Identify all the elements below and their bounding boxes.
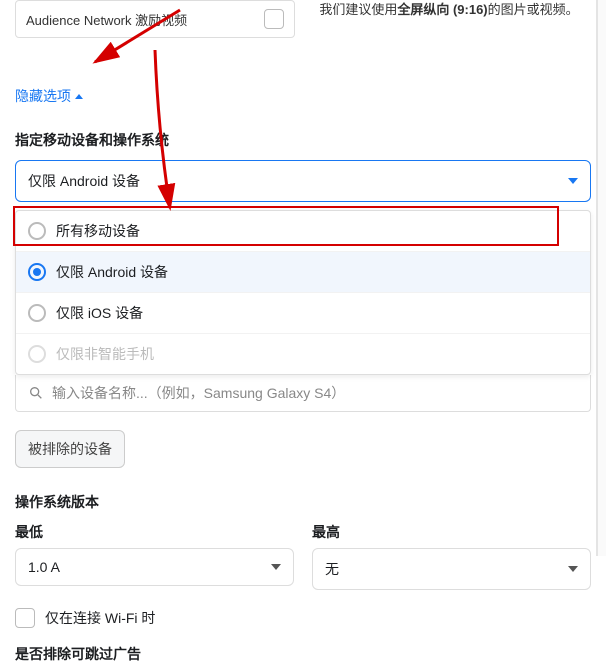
wifi-only-checkbox[interactable] — [15, 608, 35, 628]
os-max-select[interactable]: 无 — [312, 548, 591, 590]
audience-network-reward-video-card: Audience Network 激励视频 — [15, 0, 295, 38]
caret-up-icon — [75, 94, 83, 99]
device-option-ios[interactable]: 仅限 iOS 设备 — [16, 293, 590, 334]
device-section-title: 指定移动设备和操作系统 — [15, 130, 591, 150]
radio-icon — [28, 345, 46, 363]
hide-options-link[interactable]: 隐藏选项 — [15, 86, 83, 106]
device-select[interactable]: 仅限 Android 设备 — [15, 160, 591, 202]
os-min-value: 1.0 A — [28, 559, 60, 575]
os-max-label: 最高 — [312, 522, 591, 542]
device-option-label: 仅限 iOS 设备 — [56, 303, 143, 323]
device-option-all[interactable]: 所有移动设备 — [16, 211, 590, 252]
wifi-only-label: 仅在连接 Wi-Fi 时 — [45, 608, 155, 628]
os-version-title: 操作系统版本 — [15, 492, 591, 512]
device-option-nonsmart: 仅限非智能手机 — [16, 334, 590, 374]
device-option-label: 仅限非智能手机 — [56, 344, 154, 364]
device-option-android[interactable]: 仅限 Android 设备 — [16, 252, 590, 293]
device-search-input[interactable]: 输入设备名称...（例如，Samsung Galaxy S4） — [15, 375, 591, 412]
device-dropdown: 所有移动设备 仅限 Android 设备 仅限 iOS 设备 仅限非智能手机 — [15, 210, 591, 375]
radio-icon — [28, 263, 46, 281]
excluded-devices-button[interactable]: 被排除的设备 — [15, 430, 125, 468]
device-search-placeholder: 输入设备名称...（例如，Samsung Galaxy S4） — [52, 383, 345, 403]
hide-options-label: 隐藏选项 — [15, 86, 71, 106]
radio-icon — [28, 222, 46, 240]
audience-network-checkbox[interactable] — [264, 9, 284, 29]
radio-icon — [28, 304, 46, 322]
search-icon — [28, 385, 44, 401]
device-option-label: 所有移动设备 — [56, 221, 140, 241]
chevron-down-icon — [271, 564, 281, 570]
os-min-select[interactable]: 1.0 A — [15, 548, 294, 586]
device-select-value: 仅限 Android 设备 — [28, 171, 140, 191]
scrollbar-track[interactable] — [596, 0, 606, 556]
os-max-value: 无 — [325, 559, 339, 579]
os-min-label: 最低 — [15, 522, 294, 542]
recommendation-text: 我们建议使用全屏纵向 (9:16)的图片或视频。 — [307, 0, 591, 20]
chevron-down-icon — [568, 566, 578, 572]
device-option-label: 仅限 Android 设备 — [56, 262, 168, 282]
chevron-down-icon — [568, 178, 578, 184]
exclude-skip-ads-title: 是否排除可跳过广告 — [15, 644, 591, 664]
audience-network-label: Audience Network 激励视频 — [26, 10, 187, 29]
